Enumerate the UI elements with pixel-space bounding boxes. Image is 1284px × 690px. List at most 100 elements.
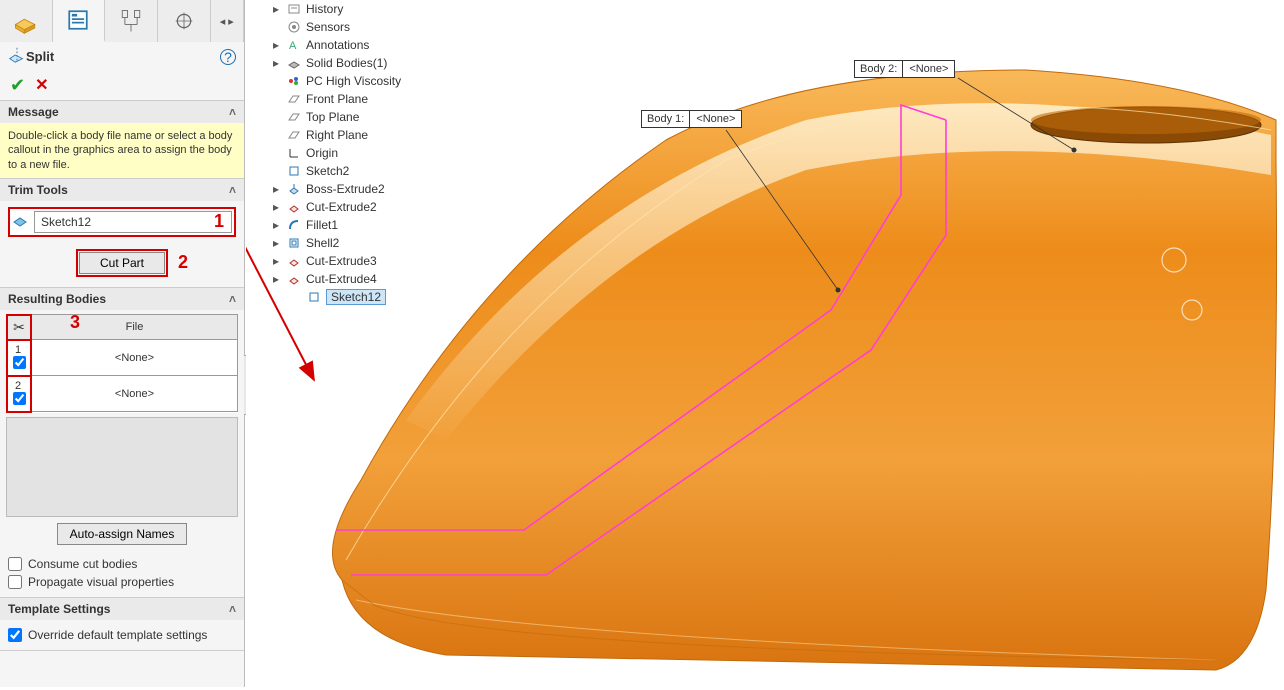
tree-expander[interactable]: ▸ bbox=[270, 2, 282, 16]
tree-item-label: Boss-Extrude2 bbox=[306, 182, 385, 196]
feature-title: Split bbox=[26, 49, 220, 64]
tree-item-pc-high-viscosity[interactable]: PC High Viscosity bbox=[270, 72, 470, 90]
tree-item-label: Cut-Extrude2 bbox=[306, 200, 377, 214]
scissors-icon: ✂ bbox=[13, 319, 25, 335]
propagate-checkbox[interactable] bbox=[8, 575, 22, 589]
tree-item-sensors[interactable]: Sensors bbox=[270, 18, 470, 36]
callout-body-2[interactable]: Body 2: <None> bbox=[854, 60, 955, 78]
tree-expander[interactable]: ▸ bbox=[270, 182, 282, 196]
tab-overflow[interactable]: ◂ ▸ bbox=[211, 0, 245, 42]
message-section-header[interactable]: Message ˄ bbox=[0, 101, 244, 123]
override-option[interactable]: Override default template settings bbox=[8, 626, 236, 644]
tab-feature-manager[interactable] bbox=[0, 0, 53, 42]
section-title: Resulting Bodies bbox=[8, 292, 106, 306]
sketch-icon bbox=[306, 289, 322, 305]
tree-item-label: Annotations bbox=[306, 38, 369, 52]
annotation-2: 2 bbox=[178, 252, 188, 273]
tree-item-history[interactable]: ▸History bbox=[270, 0, 470, 18]
cut-part-highlight: Cut Part 2 bbox=[76, 249, 168, 277]
row-2-checkbox[interactable] bbox=[13, 392, 26, 405]
ok-button[interactable]: ✔ bbox=[10, 75, 25, 96]
chevron-up-icon: ˄ bbox=[229, 105, 236, 119]
resulting-bodies-header[interactable]: Resulting Bodies ˄ bbox=[0, 288, 244, 310]
svg-text:A: A bbox=[289, 40, 297, 52]
tree-item-label: Right Plane bbox=[306, 128, 368, 142]
tree-expander[interactable]: ▸ bbox=[270, 236, 282, 250]
trim-tool-input[interactable]: Sketch12 bbox=[34, 211, 232, 233]
tree-item-annotations[interactable]: ▸ A Annotations bbox=[270, 36, 470, 54]
tree-expander[interactable]: ▸ bbox=[270, 56, 282, 70]
cutext-icon bbox=[286, 271, 302, 287]
sensor-icon bbox=[286, 19, 302, 35]
message-text: Double-click a body file name or select … bbox=[0, 123, 244, 178]
tree-item-sketch2[interactable]: Sketch2 bbox=[270, 162, 470, 180]
tree-item-cut-extrude4[interactable]: ▸Cut-Extrude4 bbox=[270, 270, 470, 288]
tab-property-manager[interactable] bbox=[53, 0, 106, 42]
tab-config-manager[interactable] bbox=[105, 0, 158, 42]
consume-checkbox[interactable] bbox=[8, 557, 22, 571]
material-icon bbox=[286, 73, 302, 89]
col-select-all[interactable]: ✂ bbox=[7, 315, 31, 340]
tree-item-cut-extrude3[interactable]: ▸Cut-Extrude3 bbox=[270, 252, 470, 270]
row-1-checkbox[interactable] bbox=[13, 356, 26, 369]
propagate-option[interactable]: Propagate visual properties bbox=[8, 573, 236, 591]
trim-tools-section: Trim Tools ˄ Sketch12 1 Cut Part 2 bbox=[0, 179, 244, 288]
row-1-check[interactable]: 1 bbox=[7, 340, 31, 376]
ok-cancel-row: ✔ ✕ bbox=[0, 71, 244, 101]
flyout-feature-tree[interactable]: ▸History Sensors ▸ A Annotations ▸ Solid Bodie… bbox=[270, 0, 470, 306]
tree-expander[interactable]: ▸ bbox=[270, 254, 282, 268]
consume-option[interactable]: Consume cut bodies bbox=[8, 555, 236, 573]
template-settings-header[interactable]: Template Settings ˄ bbox=[0, 598, 244, 620]
tree-item-label: Sketch12 bbox=[326, 289, 386, 305]
trim-tool-selection-row: Sketch12 1 bbox=[8, 207, 236, 237]
col-file-header: File bbox=[31, 315, 238, 340]
help-button[interactable]: ? bbox=[220, 49, 236, 65]
tree-item-label: PC High Viscosity bbox=[306, 74, 401, 88]
section-title: Message bbox=[8, 105, 59, 119]
tree-item-front-plane[interactable]: Front Plane bbox=[270, 90, 470, 108]
chevron-left-right-icon: ◂ ▸ bbox=[220, 15, 234, 28]
tree-expander[interactable]: ▸ bbox=[270, 218, 282, 232]
auto-assign-button[interactable]: Auto-assign Names bbox=[57, 523, 188, 545]
annotation-1: 1 bbox=[214, 211, 224, 232]
tree-item-label: Shell2 bbox=[306, 236, 339, 250]
tree-item-fillet1[interactable]: ▸Fillet1 bbox=[270, 216, 470, 234]
tree-item-solid-bodies-1-[interactable]: ▸ Solid Bodies(1) bbox=[270, 54, 470, 72]
plane-icon bbox=[286, 109, 302, 125]
tree-expander[interactable]: ▸ bbox=[270, 200, 282, 214]
tree-item-origin[interactable]: Origin bbox=[270, 144, 470, 162]
tree-item-cut-extrude2[interactable]: ▸ Cut-Extrude2 bbox=[270, 198, 470, 216]
tree-item-label: Solid Bodies(1) bbox=[306, 56, 387, 70]
table-row: 2 <None> bbox=[7, 376, 238, 412]
callout-label: Body 2: bbox=[854, 60, 903, 78]
solid-icon bbox=[286, 55, 302, 71]
trim-tools-header[interactable]: Trim Tools ˄ bbox=[0, 179, 244, 201]
resulting-bodies-table: ✂ File 1 <None> 2 <None> bbox=[6, 314, 238, 413]
tree-expander[interactable]: ▸ bbox=[270, 38, 282, 52]
callout-label: Body 1: bbox=[641, 110, 690, 128]
override-checkbox[interactable] bbox=[8, 628, 22, 642]
tree-item-sketch12[interactable]: Sketch12 bbox=[270, 288, 470, 306]
table-row: 1 <None> bbox=[7, 340, 238, 376]
callout-value[interactable]: <None> bbox=[690, 110, 742, 128]
cut-part-button[interactable]: Cut Part bbox=[79, 252, 165, 274]
tree-item-top-plane[interactable]: Top Plane bbox=[270, 108, 470, 126]
tree-item-boss-extrude2[interactable]: ▸ Boss-Extrude2 bbox=[270, 180, 470, 198]
template-settings-section: Template Settings ˄ Override default tem… bbox=[0, 598, 244, 651]
tree-item-right-plane[interactable]: Right Plane bbox=[270, 126, 470, 144]
row-1-file[interactable]: <None> bbox=[31, 340, 238, 376]
plane-icon bbox=[286, 127, 302, 143]
override-label: Override default template settings bbox=[28, 628, 207, 642]
tree-expander[interactable]: ▸ bbox=[270, 272, 282, 286]
callout-value[interactable]: <None> bbox=[903, 60, 955, 78]
history-icon bbox=[286, 1, 302, 17]
cancel-button[interactable]: ✕ bbox=[35, 75, 48, 96]
face-icon bbox=[12, 212, 28, 231]
tree-item-label: Sensors bbox=[306, 20, 350, 34]
row-2-file[interactable]: <None> bbox=[31, 376, 238, 412]
callout-body-1[interactable]: Body 1: <None> bbox=[641, 110, 742, 128]
extrude-icon bbox=[286, 181, 302, 197]
tab-dimxpert[interactable] bbox=[158, 0, 211, 42]
row-2-check[interactable]: 2 bbox=[7, 376, 31, 412]
tree-item-shell2[interactable]: ▸ Shell2 bbox=[270, 234, 470, 252]
